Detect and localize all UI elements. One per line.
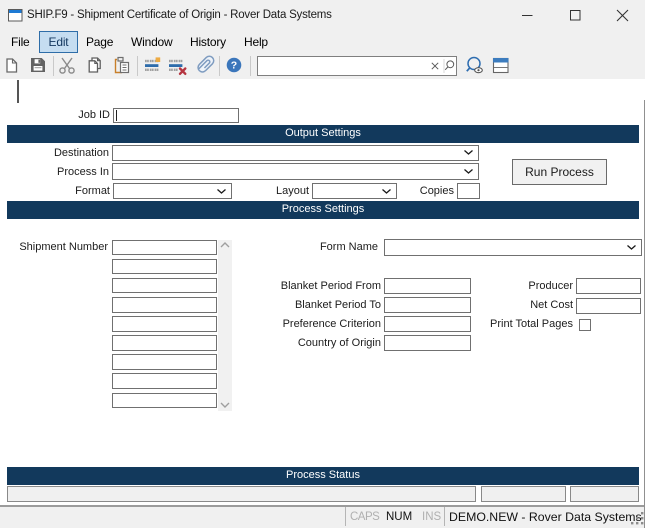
- svg-text:?: ?: [231, 60, 237, 72]
